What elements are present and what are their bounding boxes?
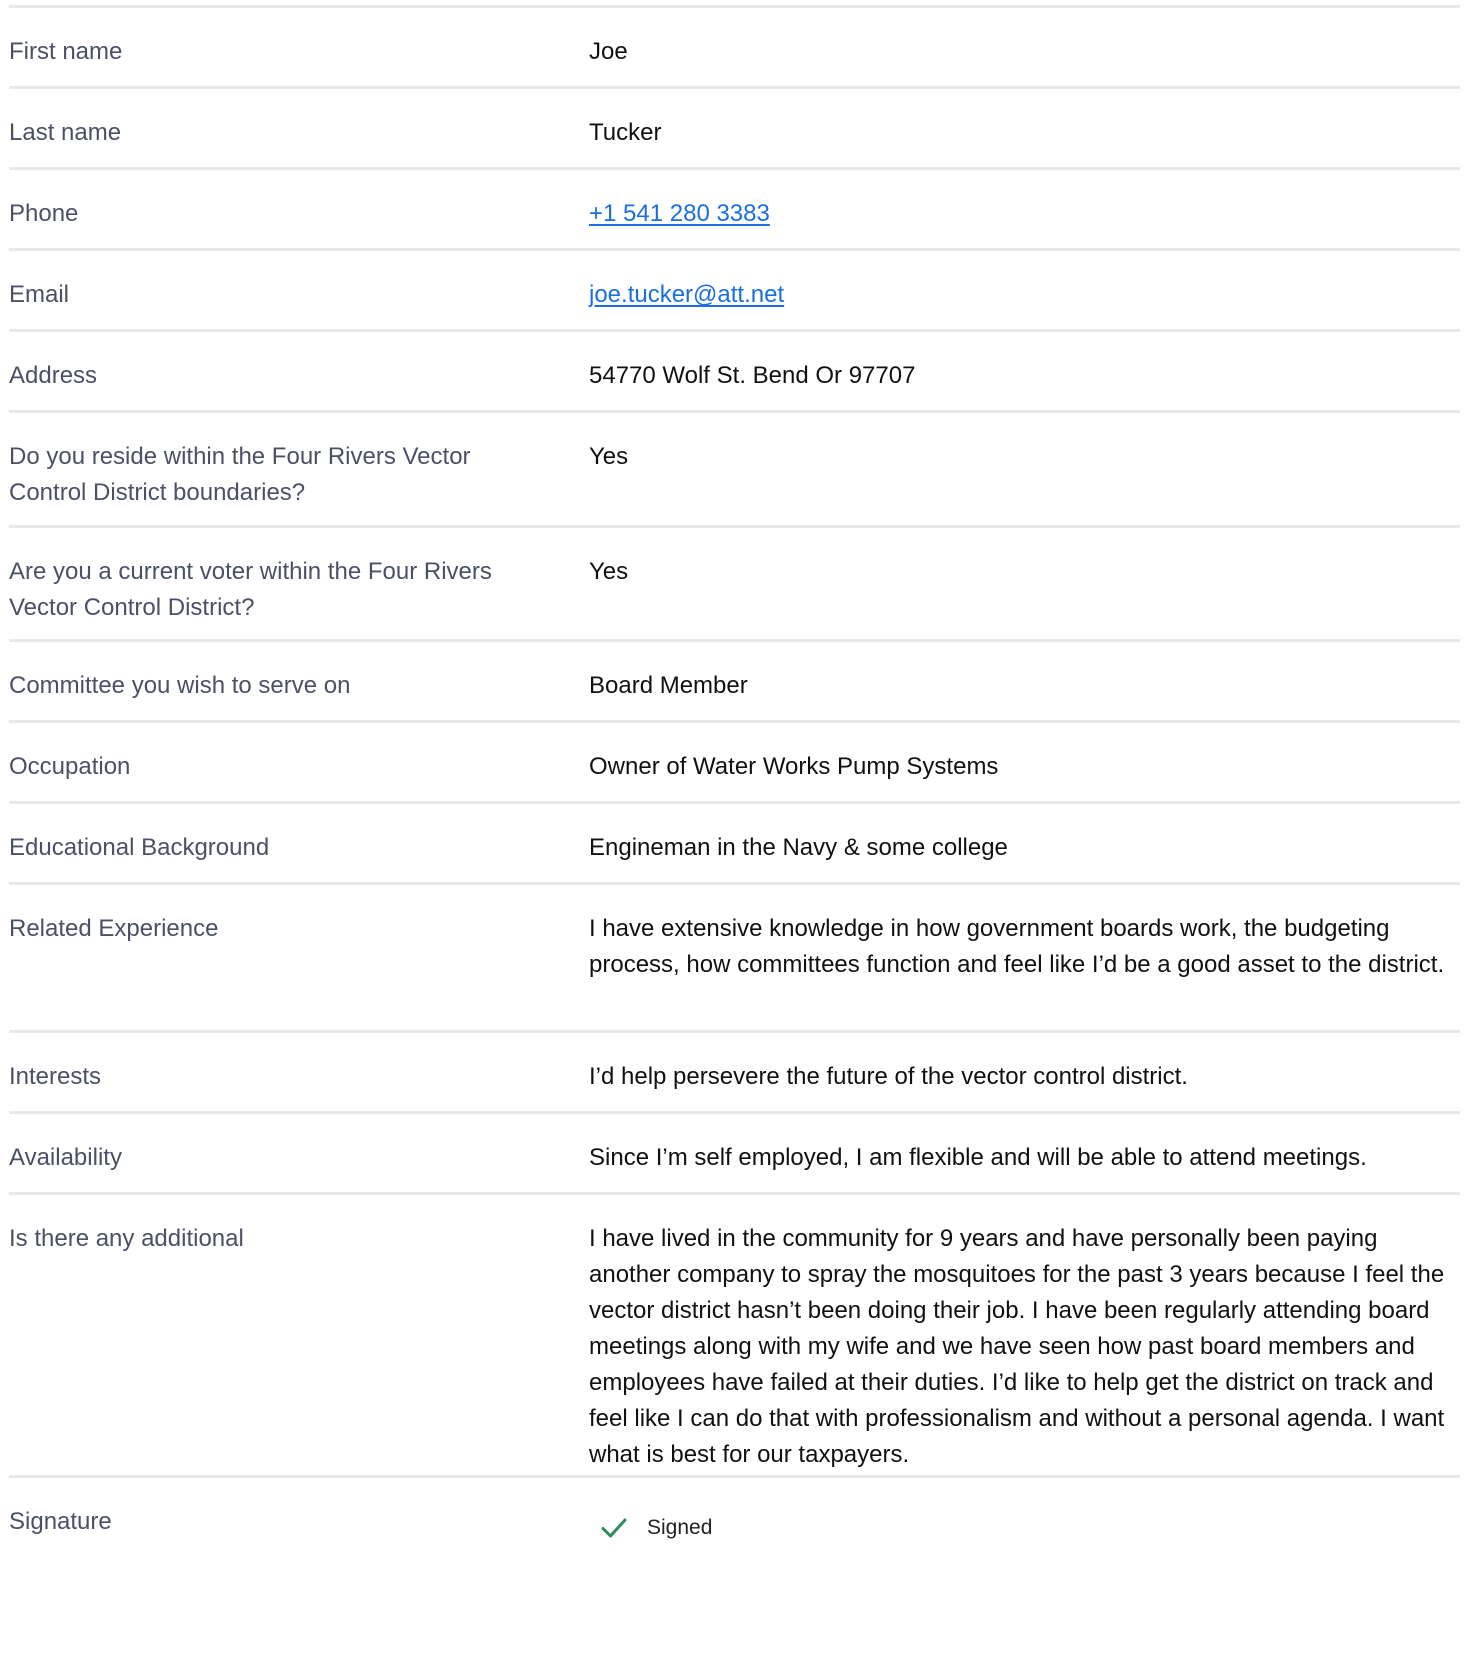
row-first-name: First name Joe xyxy=(9,8,1460,89)
row-additional-info: Is there any additional I have lived in … xyxy=(9,1195,1460,1478)
row-interests: Interests I’d help persevere the future … xyxy=(9,1033,1460,1114)
field-value: Signed xyxy=(589,1504,1460,1546)
field-label: Phone xyxy=(9,200,79,227)
field-value: Tucker xyxy=(589,119,662,146)
field-value: Engineman in the Navy & some college xyxy=(589,834,1008,861)
field-label: Availability xyxy=(9,1144,122,1171)
field-label: Occupation xyxy=(9,753,131,780)
row-last-name: Last name Tucker xyxy=(9,89,1460,170)
checkmark-icon xyxy=(601,1518,627,1538)
field-label: Email xyxy=(9,281,70,308)
field-value: Owner of Water Works Pump Systems xyxy=(589,753,999,780)
field-value: Board Member xyxy=(589,672,748,699)
row-reside-within-district: Do you reside within the Four Rivers Vec… xyxy=(9,413,1460,528)
field-label: Interests xyxy=(9,1063,102,1090)
row-current-voter: Are you a current voter within the Four … xyxy=(9,528,1460,642)
field-label: Educational Background xyxy=(9,834,270,861)
row-phone: Phone +1 541 280 3383 xyxy=(9,170,1460,251)
row-address: Address 54770 Wolf St. Bend Or 97707 xyxy=(9,332,1460,413)
row-availability: Availability Since I’m self employed, I … xyxy=(9,1114,1460,1195)
field-value: Since I’m self employed, I am flexible a… xyxy=(589,1144,1367,1171)
field-label: Do you reside within the Four Rivers Vec… xyxy=(9,443,471,506)
row-committee: Committee you wish to serve on Board Mem… xyxy=(9,642,1460,723)
field-label: Signature xyxy=(9,1508,112,1535)
field-label: Related Experience xyxy=(9,915,219,942)
signature-status-text: Signed xyxy=(647,1516,713,1539)
field-value: Joe xyxy=(589,38,628,65)
row-email: Email joe.tucker@att.net xyxy=(9,251,1460,332)
email-link[interactable]: joe.tucker@att.net xyxy=(589,281,784,308)
field-value: I have lived in the community for 9 year… xyxy=(589,1225,1445,1468)
field-label: Address xyxy=(9,362,98,389)
phone-link[interactable]: +1 541 280 3383 xyxy=(589,200,770,227)
row-related-experience: Related Experience I have extensive know… xyxy=(9,885,1460,1033)
field-value: 54770 Wolf St. Bend Or 97707 xyxy=(589,362,916,389)
field-list: First name Joe Last name Tucker Phone +1… xyxy=(9,5,1460,1558)
form-submission-details: First name Joe Last name Tucker Phone +1… xyxy=(0,0,1469,1671)
field-label: Is there any additional xyxy=(9,1225,244,1252)
field-value: I’d help persevere the future of the vec… xyxy=(589,1063,1188,1090)
field-value: I have extensive knowledge in how govern… xyxy=(589,915,1445,978)
field-value: +1 541 280 3383 xyxy=(589,196,1460,232)
row-occupation: Occupation Owner of Water Works Pump Sys… xyxy=(9,723,1460,804)
field-value: joe.tucker@att.net xyxy=(589,277,1460,313)
row-signature: Signature Signed xyxy=(9,1478,1460,1558)
signature-status: Signed xyxy=(599,1510,1454,1546)
field-label: Are you a current voter within the Four … xyxy=(9,558,492,621)
field-value: Yes xyxy=(589,558,629,585)
field-label: Last name xyxy=(9,119,122,146)
field-label: Committee you wish to serve on xyxy=(9,672,351,699)
field-value: Yes xyxy=(589,443,629,470)
row-educational-background: Educational Background Engineman in the … xyxy=(9,804,1460,885)
field-label: First name xyxy=(9,38,123,65)
